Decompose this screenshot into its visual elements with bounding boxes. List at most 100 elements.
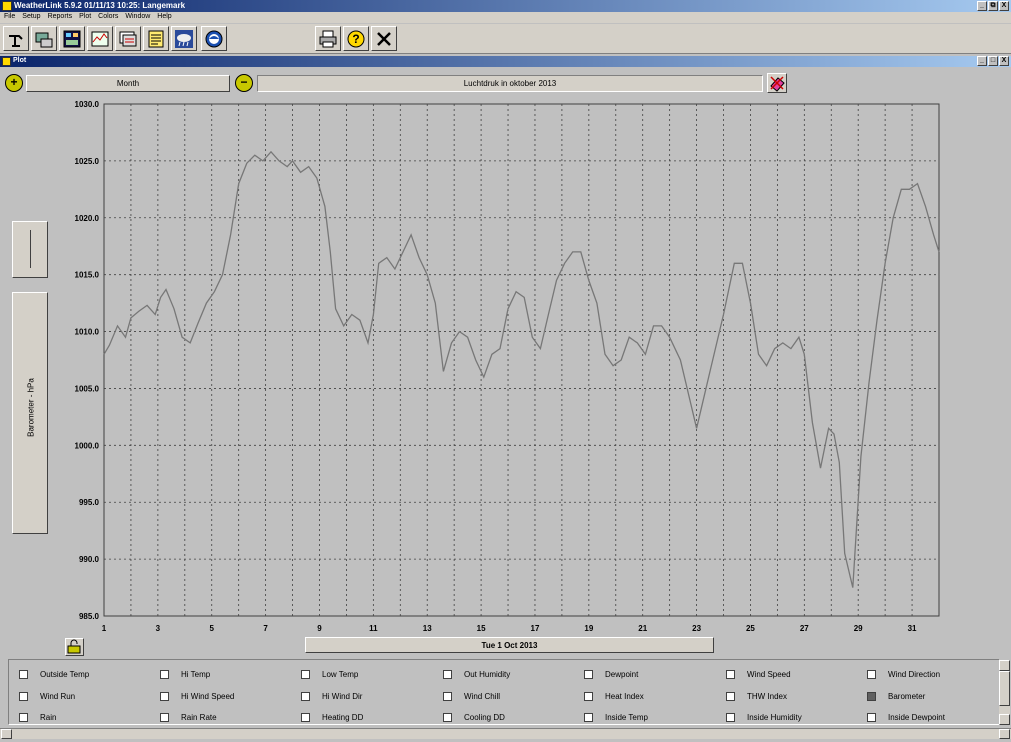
legend-checkbox[interactable] [301,692,310,701]
legend-checkbox[interactable] [160,713,169,722]
lock-button[interactable] [65,638,84,656]
legend-label: Low Temp [322,670,359,679]
legend-label: Hi Temp [181,670,211,679]
x-tick-label: 31 [908,624,917,633]
legend-item-low-temp[interactable]: Low Temp [301,670,358,679]
legend-checkbox[interactable] [443,713,452,722]
legend-item-hi-wind-dir[interactable]: Hi Wind Dir [301,692,362,701]
legend-item-hi-temp[interactable]: Hi Temp [160,670,210,679]
window-horizontal-scrollbar[interactable] [0,728,1011,739]
legend-item-dewpoint[interactable]: Dewpoint [584,670,638,679]
lock-icon [67,639,81,654]
x-tick-label: 5 [210,624,215,633]
legend-item-rain-rate[interactable]: Rain Rate [160,713,217,722]
legend-item-out-humidity[interactable]: Out Humidity [443,670,510,679]
x-tick-label: 17 [531,624,540,633]
y-tick-label: 995.0 [79,498,100,507]
legend-checkbox[interactable] [19,670,28,679]
legend-label: Heat Index [605,692,644,701]
legend-item-wind-direction[interactable]: Wind Direction [867,670,940,679]
y-tick-label: 1005.0 [75,384,100,393]
y-tick-label: 1010.0 [75,328,100,337]
legend-item-heating-dd[interactable]: Heating DD [301,713,363,722]
legend-label: Hi Wind Dir [322,692,363,701]
legend-checkbox[interactable] [867,670,876,679]
y-tick-label: 1020.0 [75,214,100,223]
legend-label: Inside Humidity [747,713,802,722]
legend-label: Wind Chill [464,692,501,701]
legend-label: Inside Dewpoint [888,713,945,722]
legend-checkbox[interactable] [19,713,28,722]
x-tick-label: 13 [423,624,432,633]
scroll-right-button[interactable] [999,729,1010,739]
legend-checkbox[interactable] [160,670,169,679]
date-label: Tue 1 Oct 2013 [481,640,538,650]
legend-checkbox[interactable] [301,670,310,679]
legend-label: Out Humidity [464,670,511,679]
y-tick-label: 1000.0 [75,441,100,450]
legend-label: Rain Rate [181,713,217,722]
plot-area [103,103,940,617]
x-tick-label: 25 [746,624,755,633]
x-tick-label: 9 [317,624,322,633]
legend-item-rain[interactable]: Rain [19,713,56,722]
legend-label: Outside Temp [40,670,90,679]
legend-checkbox[interactable] [726,692,735,701]
legend-item-inside-temp[interactable]: Inside Temp [584,713,648,722]
barometer-chart: 1030.0 1025.0 1020.0 1015.0 1010.0 1005.0 1000… [75,100,940,633]
scroll-down-button[interactable] [999,714,1010,725]
legend-checkbox[interactable] [867,713,876,722]
y-tick-label: 1015.0 [75,271,100,280]
legend-item-barometer[interactable]: Barometer [867,692,925,701]
legend-checkbox[interactable] [867,692,876,701]
scroll-thumb[interactable] [999,671,1010,706]
y-tick-label: 985.0 [79,612,100,621]
scroll-up-button[interactable] [999,660,1010,671]
legend-label: Hi Wind Speed [181,692,235,701]
legend-item-wind-run[interactable]: Wind Run [19,692,75,701]
scroll-left-button[interactable] [1,729,12,739]
x-tick-label: 29 [854,624,863,633]
legend-checkbox[interactable] [19,692,28,701]
x-tick-label: 23 [692,624,701,633]
legend-label: Wind Speed [747,670,791,679]
legend-item-inside-humidity[interactable]: Inside Humidity [726,713,802,722]
legend-item-outside-temp[interactable]: Outside Temp [19,670,89,679]
legend-label: Heating DD [322,713,364,722]
legend-item-heat-index[interactable]: Heat Index [584,692,644,701]
legend-label: Barometer [888,692,926,701]
legend-item-thw-index[interactable]: THW Index [726,692,787,701]
legend-label: THW Index [747,692,788,701]
legend-item-wind-chill[interactable]: Wind Chill [443,692,500,701]
legend-scrollbar[interactable] [999,660,1010,725]
legend-checkbox[interactable] [584,692,593,701]
legend-label: Wind Run [40,692,76,701]
legend-item-wind-speed[interactable]: Wind Speed [726,670,791,679]
legend-checkbox[interactable] [584,670,593,679]
legend-checkbox[interactable] [160,692,169,701]
legend-checkbox[interactable] [584,713,593,722]
legend-checkbox[interactable] [726,713,735,722]
x-tick-label: 19 [584,624,593,633]
legend-item-hi-wind-speed[interactable]: Hi Wind Speed [160,692,234,701]
legend-label: Rain [40,713,57,722]
y-tick-label: 1025.0 [75,157,100,166]
legend-checkbox[interactable] [443,670,452,679]
x-tick-label: 1 [102,624,107,633]
legend-label: Cooling DD [464,713,505,722]
legend-checkbox[interactable] [443,692,452,701]
legend-label: Wind Direction [888,670,941,679]
date-navigator[interactable]: Tue 1 Oct 2013 [305,637,714,653]
legend-label: Dewpoint [605,670,639,679]
legend-checkbox[interactable] [726,670,735,679]
legend-label: Inside Temp [605,713,648,722]
legend-item-cooling-dd[interactable]: Cooling DD [443,713,505,722]
legend-checkbox[interactable] [301,713,310,722]
series-legend: Outside Temp Hi Temp Low Temp Out Humidity D… [8,659,1000,725]
x-tick-label: 3 [156,624,161,633]
legend-item-inside-dewpoint[interactable]: Inside Dewpoint [867,713,945,722]
x-tick-label: 21 [638,624,647,633]
x-tick-label: 27 [800,624,809,633]
x-tick-label: 7 [263,624,268,633]
y-tick-label: 1030.0 [75,100,100,109]
